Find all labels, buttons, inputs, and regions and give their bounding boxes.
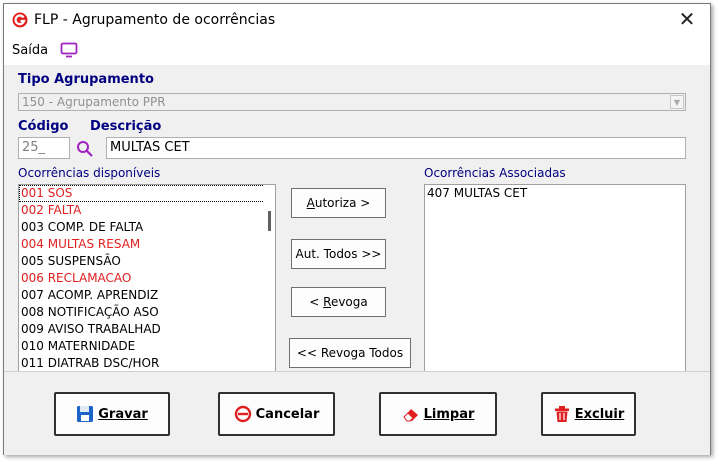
tipo-agrupamento-label: Tipo Agrupamento xyxy=(18,72,154,87)
descricao-field[interactable]: MULTAS CET xyxy=(106,137,686,159)
limpar-button[interactable]: Limpar xyxy=(379,392,497,436)
autoriza-button[interactable]: Autoriza > xyxy=(291,188,386,218)
revoga-todos-button[interactable]: << Revoga Todos xyxy=(289,338,411,368)
chevron-down-icon[interactable]: ▼ xyxy=(670,95,684,109)
monitor-icon[interactable] xyxy=(60,42,78,58)
title-bar: FLP - Agrupamento de ocorrências ✕ xyxy=(4,4,710,37)
list-item[interactable]: 008 NOTIFICAÇÃO ASO xyxy=(19,304,275,321)
list-item[interactable]: 007 ACOMP. APRENDIZ xyxy=(19,287,275,304)
available-list[interactable]: 001 SOS 002 FALTA 003 COMP. DE FALTA 004 MU… xyxy=(18,184,276,372)
cancelar-button[interactable]: Cancelar xyxy=(218,392,335,436)
codigo-field[interactable]: 25_ xyxy=(18,137,70,159)
list-item[interactable]: 005 SUSPENSÃO xyxy=(19,253,275,270)
app-logo-icon xyxy=(12,12,28,28)
list-item[interactable]: 009 AVISO TRABALHAD xyxy=(19,321,275,338)
eraser-icon xyxy=(402,409,418,422)
available-list-scrollbar[interactable] xyxy=(263,185,275,371)
action-panel: Gravar Cancelar Limpar Excluir xyxy=(4,371,710,455)
excluir-button[interactable]: Excluir xyxy=(541,392,636,436)
scroll-thumb[interactable] xyxy=(268,211,271,231)
tipo-agrupamento-value: 150 - Agrupamento PPR xyxy=(22,95,166,109)
ocorrencias-associadas-label: Ocorrências Associadas xyxy=(424,166,566,180)
list-item[interactable]: 407 MULTAS CET xyxy=(425,185,685,202)
limpar-label: Limpar xyxy=(423,406,475,422)
main-window: FLP - Agrupamento de ocorrências ✕ Saída… xyxy=(3,3,711,455)
descricao-label: Descrição xyxy=(90,119,162,134)
aut-todos-button[interactable]: Aut. Todos >> xyxy=(291,239,386,269)
codigo-label: Código xyxy=(18,119,69,134)
no-entry-icon xyxy=(234,405,251,423)
gravar-button[interactable]: Gravar xyxy=(54,392,170,436)
list-item[interactable]: 002 FALTA xyxy=(19,202,275,219)
trash-icon xyxy=(554,406,569,422)
associated-list[interactable]: 407 MULTAS CET xyxy=(424,184,686,372)
list-item[interactable]: 011 DIATRAB DSC/HOR xyxy=(19,355,275,371)
list-item[interactable]: 004 MULTAS RESAM xyxy=(19,236,275,253)
tipo-agrupamento-select[interactable]: 150 - Agrupamento PPR ▼ xyxy=(18,93,686,111)
list-item[interactable]: 006 RECLAMACAO xyxy=(19,270,275,287)
floppy-disk-icon xyxy=(77,406,94,422)
excluir-label: Excluir xyxy=(574,406,625,422)
gravar-label: Gravar xyxy=(98,406,148,422)
cancelar-label: Cancelar xyxy=(255,406,320,422)
list-item[interactable]: 010 MATERNIDADE xyxy=(19,338,275,355)
close-button[interactable]: ✕ xyxy=(672,8,702,32)
search-icon[interactable] xyxy=(76,140,94,158)
ocorrencias-disponiveis-label: Ocorrências disponíveis xyxy=(18,166,161,180)
menu-item-saida[interactable]: Saída xyxy=(12,43,48,58)
list-item[interactable]: 001 SOS xyxy=(19,185,265,202)
window-title: FLP - Agrupamento de ocorrências xyxy=(34,12,276,28)
menu-bar: Saída xyxy=(4,37,710,65)
list-item[interactable]: 003 COMP. DE FALTA xyxy=(19,219,275,236)
revoga-button[interactable]: < Revoga xyxy=(291,287,386,317)
